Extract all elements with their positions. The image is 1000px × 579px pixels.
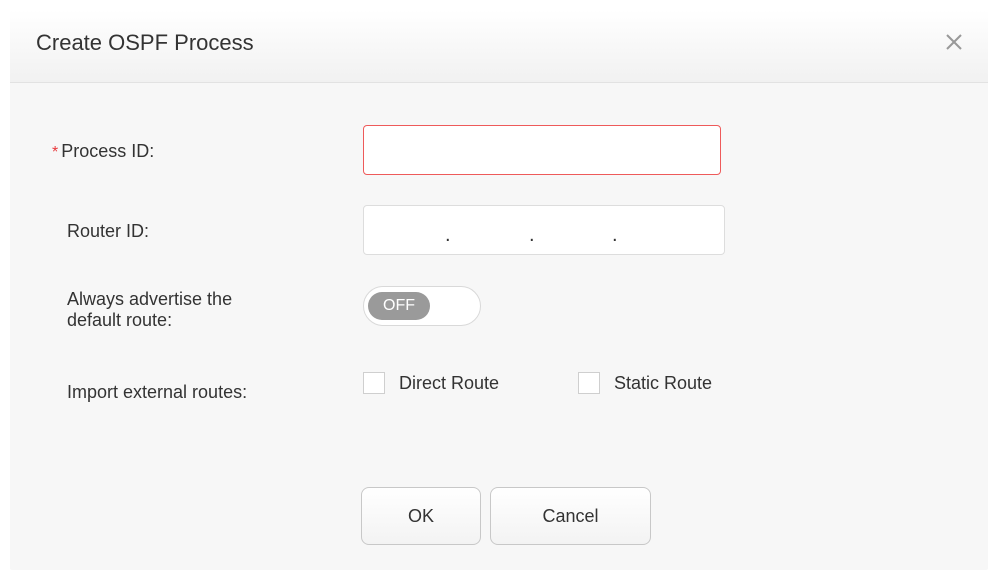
router-id-octet-4[interactable] [626,206,710,256]
router-id-octet-3[interactable] [538,206,622,256]
router-id-label: Router ID: [67,221,150,241]
ip-separator: . [529,224,535,246]
dialog-title-bar: Create OSPF Process [10,10,988,83]
static-route-option[interactable]: Static Route [578,372,712,394]
toggle-state: OFF [368,292,430,320]
default-route-label: Always advertise the default route: [67,289,232,331]
router-id-octet-1[interactable] [364,206,448,256]
ok-button[interactable]: OK [361,487,481,545]
default-route-label-line2: default route: [67,310,173,330]
direct-route-option[interactable]: Direct Route [363,372,499,394]
cancel-button[interactable]: Cancel [490,487,651,545]
import-routes-label: Import external routes: [67,382,248,402]
process-id-label: * Process ID: [52,141,154,163]
router-id-field: . . . [363,205,725,256]
process-id-label-text: Process ID: [61,141,155,161]
static-route-label: Static Route [614,372,713,393]
close-icon[interactable] [940,28,968,56]
default-route-toggle[interactable]: OFF [363,286,481,326]
default-route-label-line1: Always advertise the [67,289,233,309]
create-ospf-dialog: Create OSPF Process * Process ID: Router … [10,10,988,570]
direct-route-checkbox[interactable] [363,372,385,394]
direct-route-label: Direct Route [399,372,500,393]
static-route-checkbox[interactable] [578,372,600,394]
ip-separator: . [612,224,618,246]
required-marker: * [52,144,59,161]
process-id-input[interactable] [363,125,721,175]
router-id-octet-2[interactable] [454,206,538,256]
dialog-title: Create OSPF Process [36,30,254,55]
ip-separator: . [445,224,451,246]
